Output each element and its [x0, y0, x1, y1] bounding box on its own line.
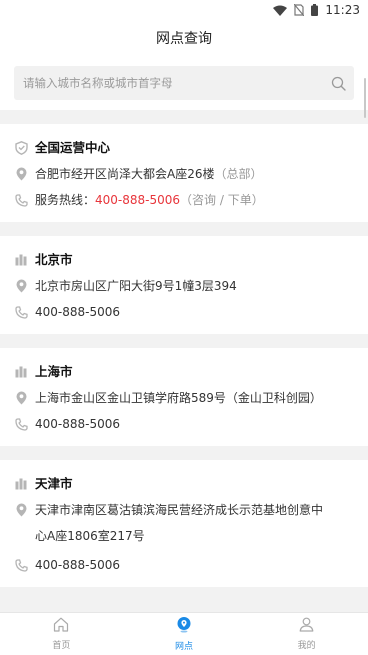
tab-profile-label: 我的 [297, 641, 316, 651]
hq-card[interactable]: 全国运营中心 合肥市经开区尚泽大都会A座26楼（总部） 服务热线：400-888… [0, 124, 368, 222]
branch-card-beijing[interactable]: 北京市 北京市房山区广阳大街9号1幢3层394 400-888-5006 [0, 236, 368, 334]
wifi-icon [273, 5, 288, 16]
phone-icon [14, 414, 28, 434]
tab-home[interactable]: 首页 [0, 613, 123, 655]
branch-city: 天津市 [35, 476, 73, 491]
branch-address-line1: 天津市津南区葛沽镇滨海民营经济成长示范基地创意中 [35, 503, 324, 517]
branch-list: 全国运营中心 合肥市经开区尚泽大都会A座26楼（总部） 服务热线：400-888… [0, 124, 368, 601]
user-icon [299, 617, 314, 636]
no-sim-icon [294, 4, 305, 16]
branch-address: 北京市房山区广阳大街9号1幢3层394 [35, 279, 237, 293]
search-icon[interactable] [331, 76, 346, 91]
branch-city: 上海市 [35, 364, 73, 379]
nav-bar: 网点查询 [0, 20, 368, 56]
branch-address-line2: 心A座1806室217号 [35, 529, 145, 543]
hq-hotline-label: 服务热线： [35, 193, 96, 207]
battery-icon [311, 4, 319, 16]
status-bar: 11:23 [0, 0, 368, 20]
shield-icon [14, 138, 28, 158]
branch-address: 天津市津南区葛沽镇滨海民营经济成长示范基地创意中 心A座1806室217号 [35, 497, 323, 549]
tab-profile[interactable]: 我的 [245, 613, 368, 655]
hq-hotline-note: （咨询 / 下单） [180, 193, 264, 207]
location-pin-icon [14, 500, 28, 520]
scrollbar[interactable] [364, 78, 366, 118]
home-icon [53, 617, 69, 636]
tab-bar: 首页 网点 我的 [0, 612, 368, 655]
search-section [0, 56, 368, 110]
branch-phone[interactable]: 400-888-5006 [35, 414, 120, 434]
location-pin-icon [14, 388, 28, 408]
phone-icon [14, 302, 28, 322]
branch-card-tianjin[interactable]: 天津市 天津市津南区葛沽镇滨海民营经济成长示范基地创意中 心A座1806室217… [0, 460, 368, 587]
phone-icon [14, 555, 28, 575]
status-time: 11:23 [325, 3, 360, 17]
hq-address: 合肥市经开区尚泽大都会A座26楼 [35, 167, 215, 181]
branch-address: 上海市金山区金山卫镇学府路589号（金山卫科创园） [35, 391, 322, 405]
search-box[interactable] [14, 66, 354, 100]
building-icon [14, 250, 28, 270]
branch-card-shanghai[interactable]: 上海市 上海市金山区金山卫镇学府路589号（金山卫科创园） 400-888-50… [0, 348, 368, 446]
hq-title: 全国运营中心 [35, 140, 111, 155]
hq-hotline-number[interactable]: 400-888-5006 [95, 193, 180, 207]
building-icon [14, 474, 28, 494]
branch-city: 北京市 [35, 252, 73, 267]
branch-phone[interactable]: 400-888-5006 [35, 555, 120, 575]
location-pin-icon [176, 616, 192, 637]
search-input[interactable] [23, 76, 313, 90]
tab-branches-label: 网点 [175, 642, 194, 652]
location-pin-icon [14, 276, 28, 296]
branch-phone[interactable]: 400-888-5006 [35, 302, 120, 322]
phone-icon [14, 190, 28, 210]
hq-address-note: （总部） [214, 167, 263, 181]
tab-branches[interactable]: 网点 [123, 613, 246, 655]
page-title: 网点查询 [156, 31, 212, 47]
building-icon [14, 362, 28, 382]
location-pin-icon [14, 164, 28, 184]
tab-home-label: 首页 [52, 641, 71, 651]
